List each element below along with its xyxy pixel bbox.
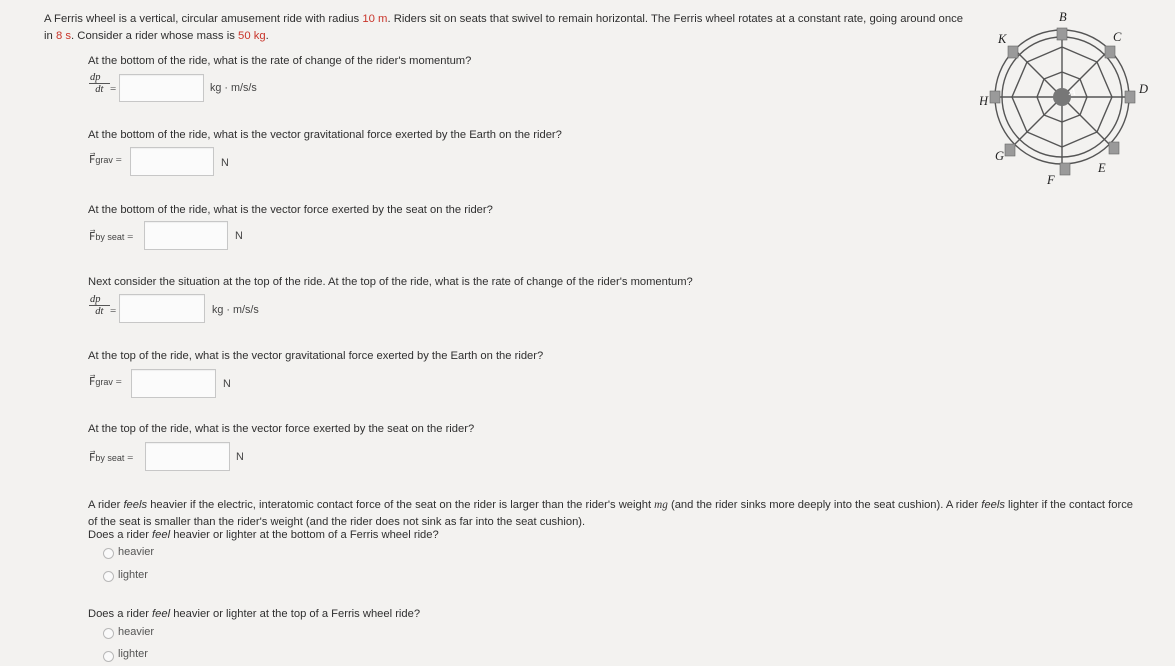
option-label: heavier bbox=[118, 546, 155, 558]
answer-top-gravity-input[interactable] bbox=[131, 369, 216, 398]
answer-bottom-momentum-input[interactable] bbox=[119, 74, 204, 102]
question-top-momentum: Next consider the situation at the top o… bbox=[88, 276, 693, 288]
unit-momentum: kg · m/s/s bbox=[212, 304, 259, 316]
radio-bottom-lighter[interactable] bbox=[103, 571, 114, 582]
label-e: E bbox=[1097, 161, 1106, 175]
f-grav-label: F⃗grav = bbox=[89, 376, 122, 388]
option-label: heavier bbox=[118, 626, 155, 638]
question-bottom-seat: At the bottom of the ride, what is the v… bbox=[88, 204, 493, 216]
f-seat-label: F⃗by seat = bbox=[89, 231, 134, 243]
answer-top-seat-input[interactable] bbox=[145, 442, 230, 471]
label-h: H bbox=[980, 94, 989, 108]
seat-e bbox=[1108, 141, 1120, 155]
seat-g bbox=[1004, 143, 1016, 157]
f-grav-label: F⃗grav = bbox=[89, 154, 122, 166]
seat-k bbox=[1007, 45, 1019, 59]
unit-momentum: kg · m/s/s bbox=[210, 82, 257, 94]
label-g: G bbox=[995, 149, 1004, 163]
label-a: A bbox=[1068, 86, 1076, 98]
seat-f bbox=[1059, 162, 1071, 176]
label-d: D bbox=[1138, 82, 1148, 96]
question-feel-top: Does a rider feel heavier or lighter at … bbox=[88, 608, 421, 620]
answer-top-momentum-input[interactable] bbox=[119, 294, 205, 323]
label-c: C bbox=[1113, 30, 1122, 44]
radio-top-heavier[interactable] bbox=[103, 628, 114, 639]
question-bottom-gravity: At the bottom of the ride, what is the v… bbox=[88, 129, 562, 141]
unit-newton: N bbox=[223, 378, 231, 390]
question-top-gravity: At the top of the ride, what is the vect… bbox=[88, 350, 544, 362]
period-value: 8 s bbox=[55, 30, 72, 42]
unit-newton: N bbox=[221, 157, 229, 169]
seat-d bbox=[1124, 90, 1136, 104]
dp-dt-fraction: dp⃗ dt bbox=[89, 72, 110, 95]
question-feel-bottom: Does a rider feel heavier or lighter at … bbox=[88, 529, 439, 541]
ferris-wheel-diagram: B C D E F G H K A bbox=[980, 10, 1148, 187]
question-top-seat: At the top of the ride, what is the vect… bbox=[88, 423, 475, 435]
answer-bottom-gravity-input[interactable] bbox=[130, 147, 214, 176]
radio-top-lighter[interactable] bbox=[103, 651, 114, 662]
radius-value: 10 m bbox=[362, 13, 388, 25]
dp-dt-fraction: dp⃗ dt bbox=[89, 294, 110, 317]
f-seat-label: F⃗by seat = bbox=[89, 452, 134, 464]
seat-c bbox=[1104, 45, 1116, 59]
unit-newton: N bbox=[235, 230, 243, 242]
radio-bottom-heavier[interactable] bbox=[103, 548, 114, 559]
answer-bottom-seat-input[interactable] bbox=[144, 221, 228, 250]
seat-b bbox=[1056, 27, 1068, 41]
problem-intro: A Ferris wheel is a vertical, circular a… bbox=[44, 13, 964, 42]
unit-newton: N bbox=[236, 451, 244, 463]
explanation-paragraph: A rider feels heavier if the electric, i… bbox=[88, 499, 1134, 528]
label-f: F bbox=[1046, 173, 1055, 187]
seat-h bbox=[989, 90, 1001, 104]
option-label: lighter bbox=[118, 569, 148, 581]
label-k: K bbox=[997, 32, 1007, 46]
question-bottom-momentum: At the bottom of the ride, what is the r… bbox=[88, 55, 472, 67]
label-b: B bbox=[1059, 10, 1067, 24]
option-label: lighter bbox=[118, 648, 148, 660]
mass-value: 50 kg bbox=[238, 30, 266, 42]
